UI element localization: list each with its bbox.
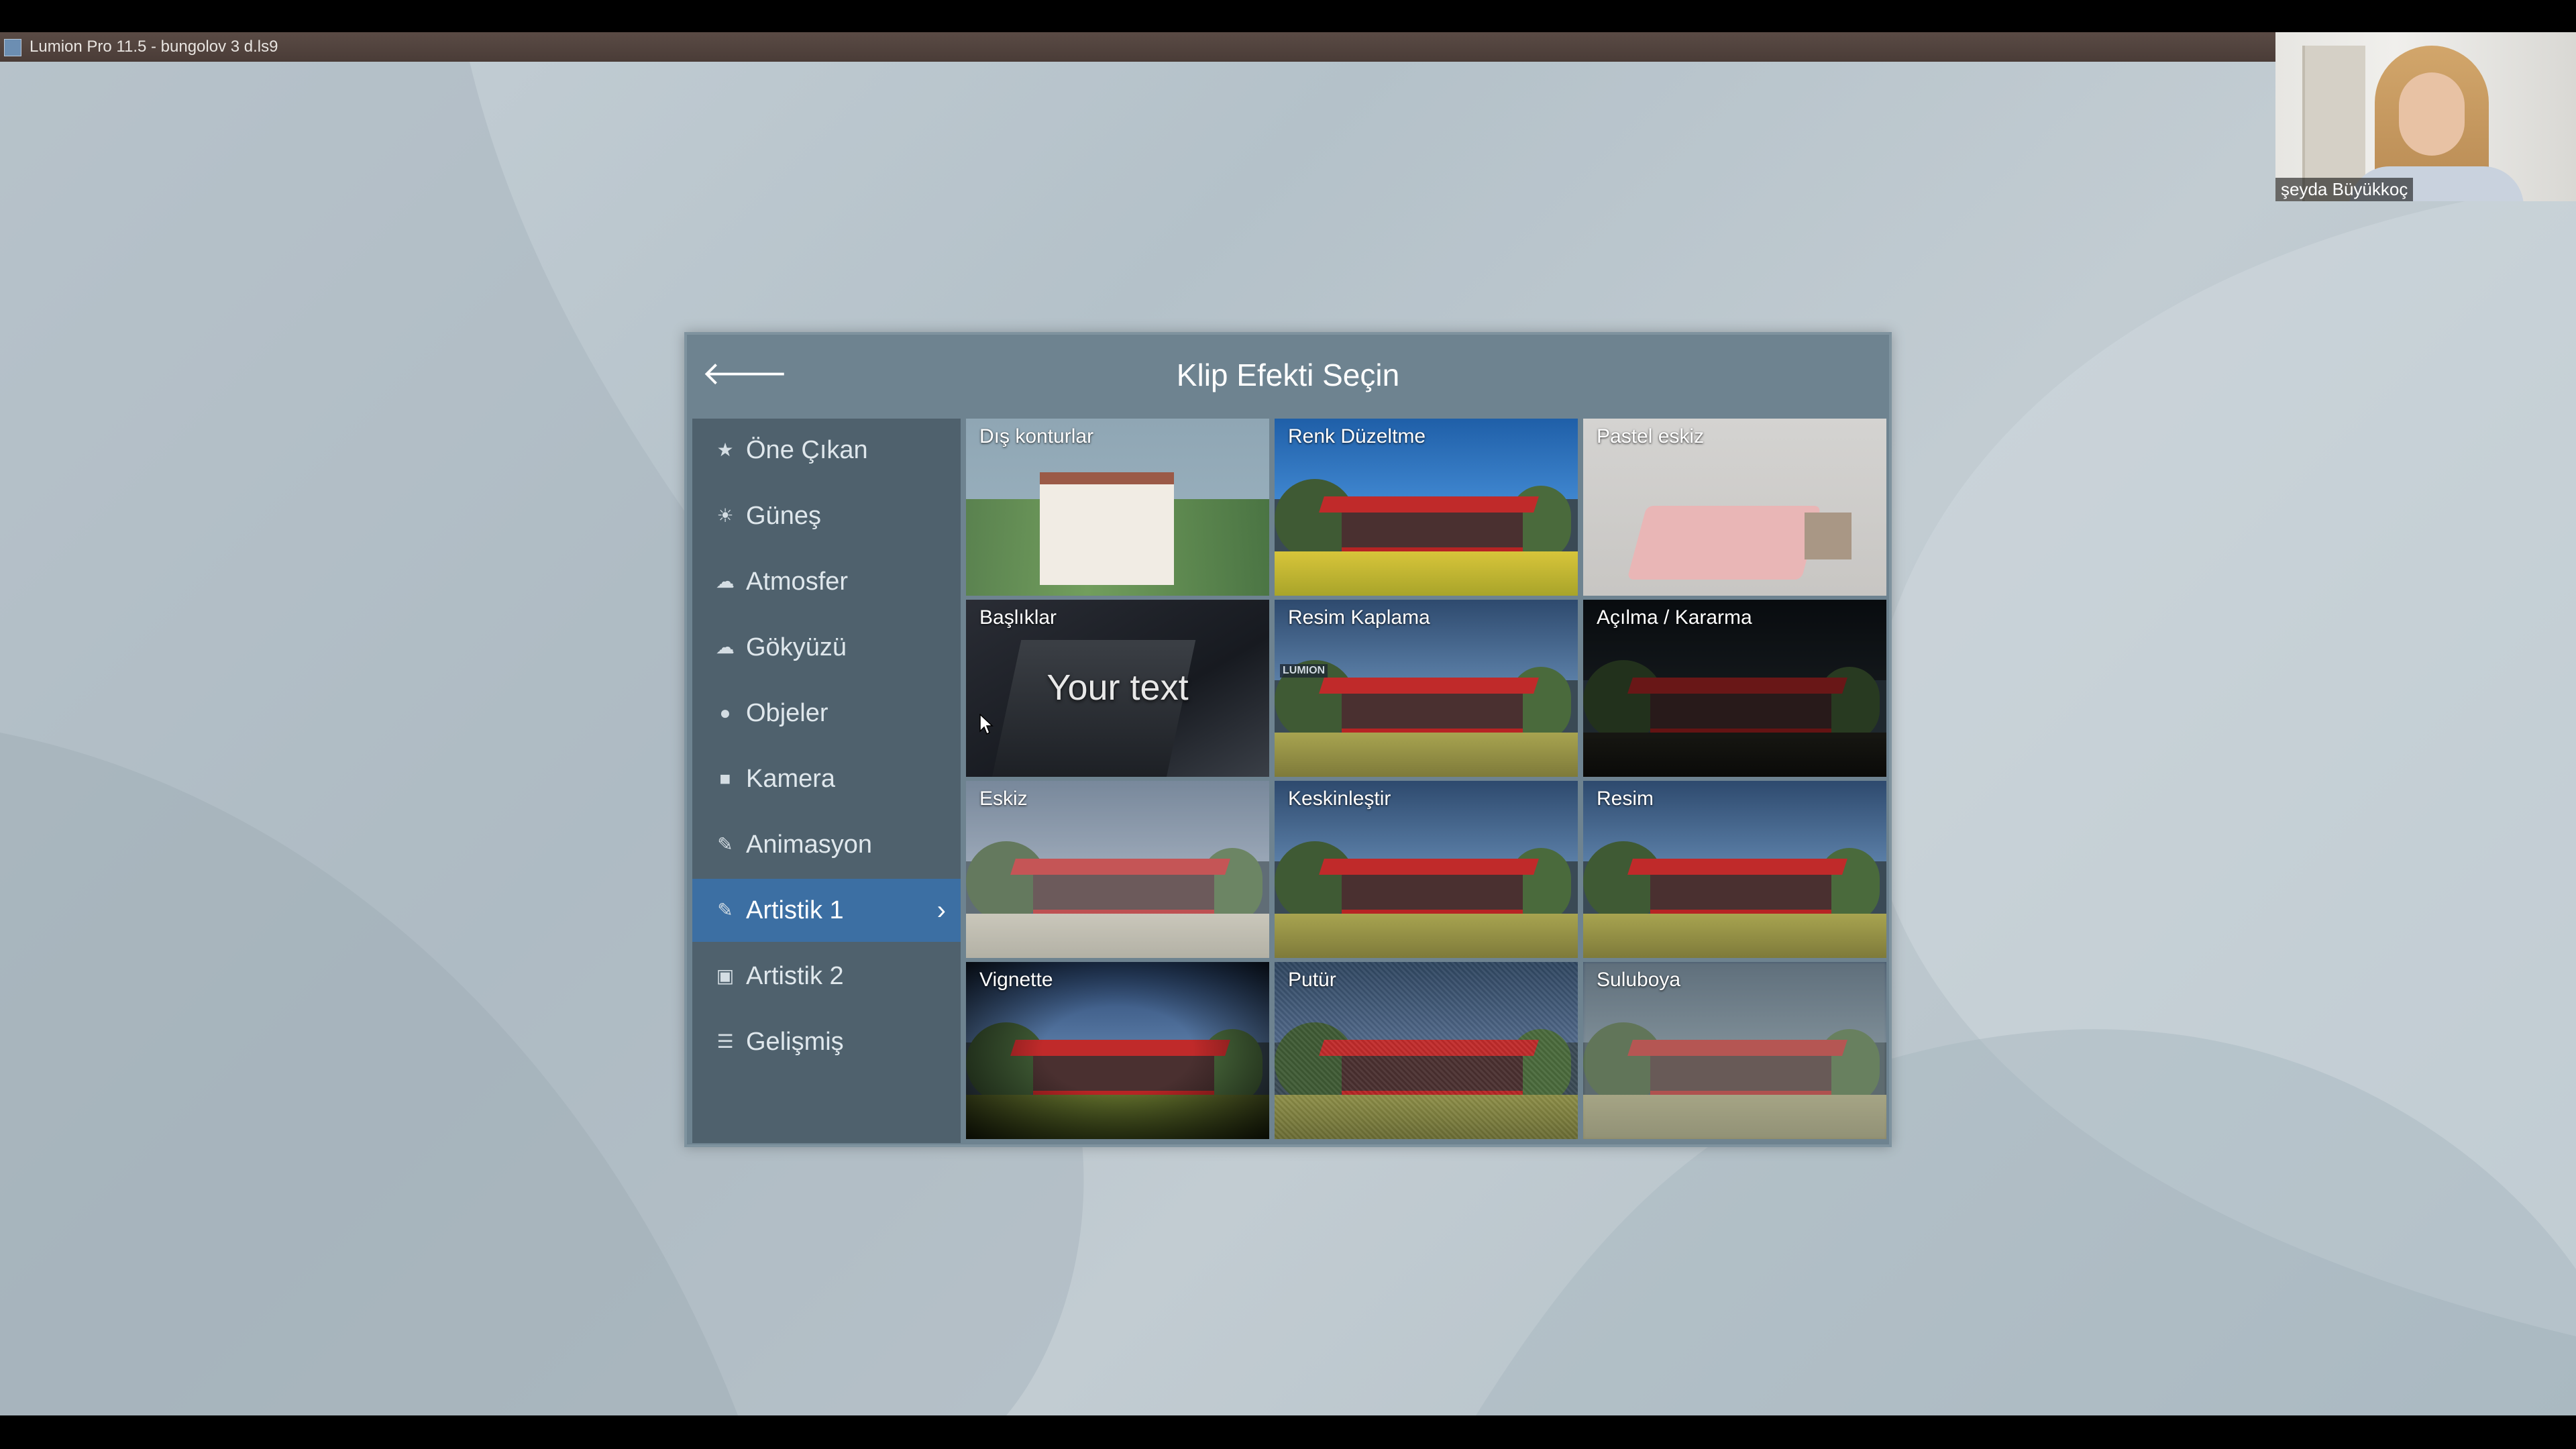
tile-house-body bbox=[1342, 513, 1523, 553]
dialog-title: Klip Efekti Seçin bbox=[1176, 358, 1400, 392]
circle-icon: ● bbox=[719, 702, 731, 723]
camera-icon: ■ bbox=[719, 768, 731, 789]
effect-tile[interactable]: Açılma / Kararma bbox=[1583, 600, 1886, 777]
effect-tile-label: Dış konturlar bbox=[979, 425, 1094, 447]
tile-house-body bbox=[1650, 875, 1831, 915]
tile-house-roof bbox=[1319, 496, 1539, 513]
effect-grid: Dış konturlar Renk Düzeltme Pastel eskiz… bbox=[966, 419, 1886, 1140]
sidebar-item-label: Güneş bbox=[746, 502, 821, 530]
tile-house-body bbox=[1342, 694, 1523, 734]
sidebar-item-label: Gelişmiş bbox=[746, 1028, 844, 1056]
sidebar-item-label: Animasyon bbox=[746, 830, 872, 859]
webcam-name-tag: şeyda Büyükkoç bbox=[2275, 178, 2414, 201]
cloud-icon: ☁ bbox=[716, 637, 735, 657]
sidebar-item-güneş[interactable]: ☀ Güneş bbox=[692, 484, 961, 547]
tile-house-roof bbox=[1627, 859, 1847, 875]
sidebar-item-label: Atmosfer bbox=[746, 568, 849, 596]
sun-icon: ☀ bbox=[716, 505, 734, 526]
effect-tile-label: Pastel eskiz bbox=[1597, 425, 1705, 447]
tile-house-roof bbox=[1319, 859, 1539, 875]
lumion-app-icon bbox=[4, 39, 21, 56]
sidebar-item-gelişmiş[interactable]: ☰ Gelişmiş bbox=[692, 1010, 961, 1073]
tile-ground bbox=[1275, 914, 1578, 958]
effect-tile[interactable]: Pastel eskiz bbox=[1583, 419, 1886, 596]
sidebar-item-atmosfer[interactable]: ☁ Atmosfer bbox=[692, 550, 961, 613]
chevron-right-icon: › bbox=[936, 896, 946, 925]
title-overlay-text: Your text bbox=[1046, 667, 1189, 708]
tile-ground bbox=[1275, 733, 1578, 777]
sidebar-item-label: Gökyüzü bbox=[746, 633, 847, 661]
atmosphere-icon: ☁ bbox=[716, 571, 735, 592]
effect-tile[interactable]: Eskiz bbox=[966, 781, 1269, 958]
tile-bed bbox=[1627, 506, 1821, 580]
effect-category-sidebar: ★ Öne Çıkan ☀ Güneş ☁ Atmosfer ☁ Gökyüzü ● Objele… bbox=[692, 419, 961, 1143]
window-title: Lumion Pro 11.5 - bungolov 3 d.ls9 bbox=[30, 38, 278, 56]
bottom-letterbox bbox=[0, 1415, 2576, 1449]
effect-tile-label: Başlıklar bbox=[979, 606, 1057, 629]
effect-tile-label: Keskinleştir bbox=[1288, 788, 1391, 810]
window-titlebar: Lumion Pro 11.5 - bungolov 3 d.ls9 bbox=[0, 32, 2576, 62]
star-icon: ★ bbox=[716, 439, 734, 460]
pencil-icon: ✎ bbox=[717, 900, 733, 920]
effect-tile-label: Renk Düzeltme bbox=[1288, 425, 1426, 447]
effect-tile-label: Resim Kaplama bbox=[1288, 606, 1430, 629]
tile-ground bbox=[1583, 914, 1886, 958]
effect-tile[interactable]: Keskinleştir bbox=[1275, 781, 1578, 958]
clip-effect-dialog: 🡐 Klip Efekti Seçin ★ Öne Çıkan ☀ Güneş ☁ Atm… bbox=[684, 332, 1892, 1147]
webcam-person-face bbox=[2399, 72, 2465, 156]
effect-tile[interactable]: Dış konturlar bbox=[966, 419, 1269, 596]
sidebar-item-label: Artistik 1 bbox=[746, 896, 844, 924]
tile-building bbox=[991, 640, 1196, 777]
tile-nightstand bbox=[1805, 513, 1851, 559]
webcam-overlay: şeyda Büyükkoç bbox=[2275, 32, 2576, 201]
sidebar-item-gökyüzü[interactable]: ☁ Gökyüzü bbox=[692, 616, 961, 679]
effect-tile-label: Vignette bbox=[979, 969, 1053, 991]
sliders-icon: ☰ bbox=[716, 1031, 734, 1052]
sidebar-item-label: Öne Çıkan bbox=[746, 436, 868, 464]
sidebar-item-label: Artistik 2 bbox=[746, 962, 844, 990]
effect-tile-label: Putür bbox=[1288, 969, 1336, 991]
tile-villa bbox=[1040, 472, 1174, 585]
image-icon: ▣ bbox=[716, 965, 735, 986]
effect-tile[interactable]: Renk Düzeltme bbox=[1275, 419, 1578, 596]
effect-tile[interactable]: Suluboya bbox=[1583, 962, 1886, 1139]
brush-icon: ✎ bbox=[717, 834, 733, 855]
effect-tile-label: Açılma / Kararma bbox=[1597, 606, 1752, 629]
effect-tile-label: Eskiz bbox=[979, 788, 1028, 810]
tile-ground bbox=[1275, 551, 1578, 596]
top-letterbox bbox=[0, 0, 2576, 32]
effect-tile[interactable]: LUMION Resim Kaplama bbox=[1275, 600, 1578, 777]
effect-tile-label: Suluboya bbox=[1597, 969, 1681, 991]
sidebar-item-label: Objeler bbox=[746, 699, 828, 727]
effect-tile[interactable]: Putür bbox=[1275, 962, 1578, 1139]
sidebar-item-artistik-1[interactable]: ✎ Artistik 1 › bbox=[692, 879, 961, 942]
effect-tile-label: Resim bbox=[1597, 788, 1654, 810]
effect-tile[interactable]: Vignette bbox=[966, 962, 1269, 1139]
lumion-logo-badge: LUMION bbox=[1280, 664, 1328, 678]
sidebar-item-kamera[interactable]: ■ Kamera bbox=[692, 747, 961, 810]
effect-tile[interactable]: Your text Başlıklar bbox=[966, 600, 1269, 777]
mouse-cursor-icon bbox=[979, 714, 994, 735]
sidebar-item-öne-çıkan[interactable]: ★ Öne Çıkan bbox=[692, 419, 961, 482]
sidebar-item-artistik-2[interactable]: ▣ Artistik 2 bbox=[692, 945, 961, 1008]
sidebar-item-label: Kamera bbox=[746, 765, 836, 793]
sidebar-item-animasyon[interactable]: ✎ Animasyon bbox=[692, 813, 961, 876]
effect-tile[interactable]: Resim bbox=[1583, 781, 1886, 958]
tile-house-roof bbox=[1319, 678, 1539, 694]
tile-house-body bbox=[1342, 875, 1523, 915]
sidebar-item-objeler[interactable]: ● Objeler bbox=[692, 682, 961, 745]
